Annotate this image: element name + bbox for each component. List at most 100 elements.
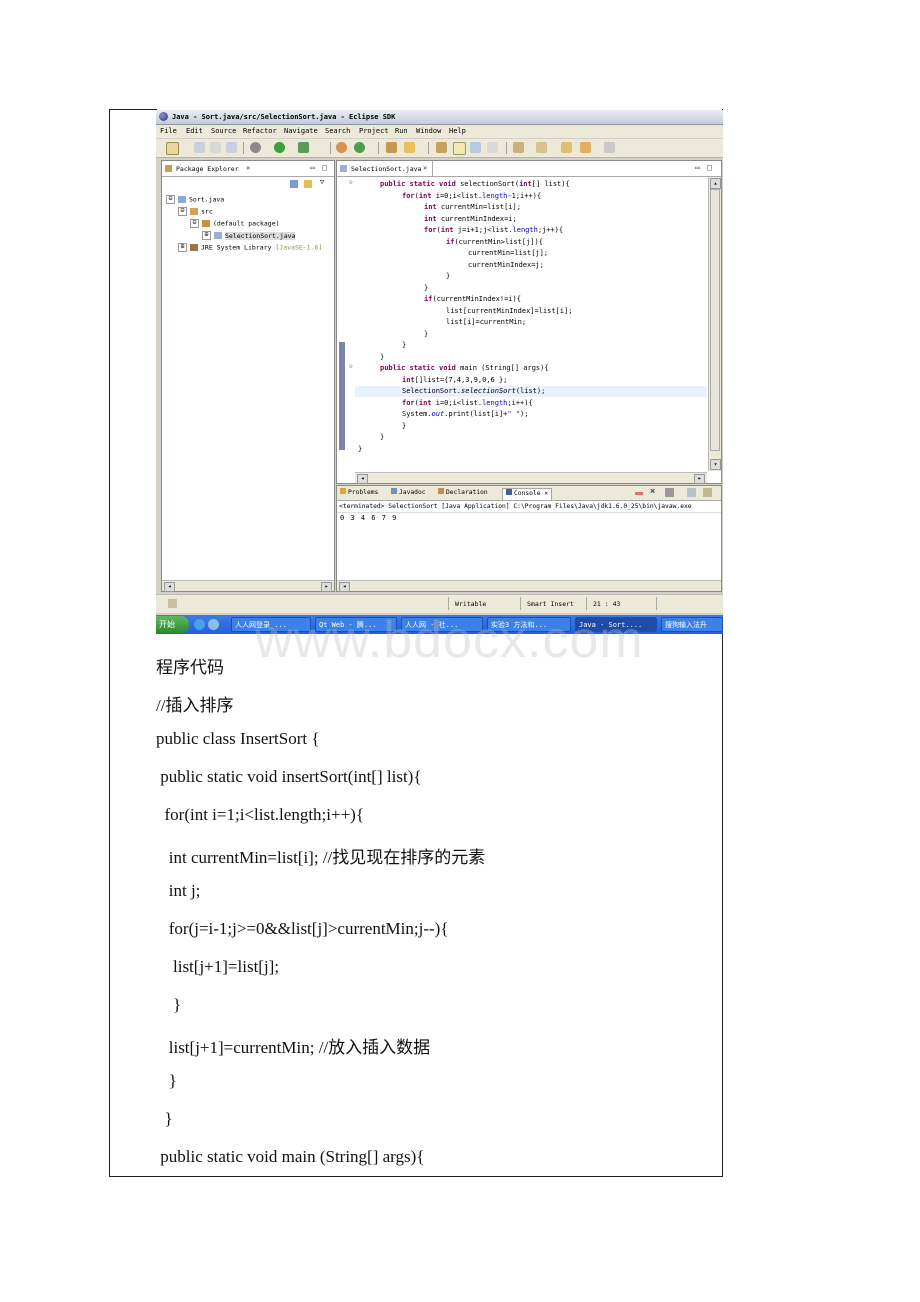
terminate-icon[interactable] <box>635 492 643 495</box>
javadoc-icon <box>391 488 397 494</box>
print-icon[interactable] <box>226 142 237 153</box>
show-desktop-icon[interactable] <box>208 619 219 630</box>
menu-file[interactable]: File <box>160 127 177 135</box>
block-selection-icon[interactable] <box>470 142 481 153</box>
tree-item-label: src <box>201 207 213 216</box>
run-icon[interactable] <box>274 142 285 153</box>
scrollbar-thumb[interactable] <box>710 189 720 451</box>
back-icon[interactable] <box>580 142 591 153</box>
save-all-icon[interactable] <box>210 142 221 153</box>
horizontal-scrollbar[interactable]: ◂ ▸ <box>355 472 707 484</box>
tree-item-jre-library[interactable]: ⊞ JRE System Library [JavaSE-1.6] <box>178 243 322 252</box>
code-text-line: } <box>156 1071 177 1090</box>
ie-icon[interactable] <box>194 619 205 630</box>
code-area[interactable]: public static void selectionSort(int[] l… <box>355 179 707 471</box>
link-editor-icon[interactable] <box>304 180 312 188</box>
collapse-all-icon[interactable] <box>290 180 298 188</box>
editor-tab[interactable]: SelectionSort.java ✕ <box>337 161 433 177</box>
collapse-icon[interactable]: ⊟ <box>178 207 187 216</box>
expand-icon[interactable]: ⊞ <box>202 231 211 240</box>
vertical-scrollbar[interactable]: ▴ ▾ <box>708 177 721 471</box>
menu-project[interactable]: Project <box>359 127 389 135</box>
code-text-line: int j; <box>156 881 201 900</box>
new-java-project-icon[interactable] <box>336 142 347 153</box>
search-icon[interactable] <box>404 142 415 153</box>
tab-console[interactable]: Console ✕ <box>502 488 553 500</box>
code-line: if(currentMinIndex!=i){ <box>424 295 521 303</box>
tree-item-default-package[interactable]: ⊟ (default package) <box>190 219 280 228</box>
close-icon[interactable]: ✕ <box>544 490 548 497</box>
view-menu-icon[interactable]: ▽ <box>320 178 324 186</box>
new-class-icon[interactable] <box>354 142 365 153</box>
previous-annotation-icon[interactable] <box>536 142 547 153</box>
taskbar-item[interactable]: 搜狗输入法升 <box>661 617 723 632</box>
scroll-left-icon[interactable]: ◂ <box>357 474 368 484</box>
toggle-mark-icon[interactable] <box>436 142 447 153</box>
package-explorer-view: Package Explorer ✕ ▭ □ ▽ ⊟ Sort.java ⊟ src… <box>161 160 335 592</box>
fold-icon[interactable]: ⊖ <box>349 363 353 370</box>
remove-launch-icon[interactable]: ✖ <box>650 487 655 497</box>
tree-item-src[interactable]: ⊟ src <box>178 207 213 216</box>
menu-run[interactable]: Run <box>395 127 408 135</box>
open-type-icon[interactable] <box>386 142 397 153</box>
change-marker <box>339 342 345 450</box>
show-whitespace-icon[interactable] <box>487 142 498 153</box>
last-edit-icon[interactable] <box>561 142 572 153</box>
scroll-up-icon[interactable]: ▴ <box>710 178 721 189</box>
tab-label: Console <box>514 490 541 497</box>
code-line: public static void main (String[] args){ <box>380 364 549 372</box>
minimize-icon[interactable]: ▭ <box>695 163 700 172</box>
console-output: 0 3 4 6 7 9 <box>340 514 398 522</box>
minimize-icon[interactable]: ▭ <box>310 163 315 172</box>
java-file-icon <box>214 232 222 239</box>
scroll-right-icon[interactable]: ▸ <box>321 582 332 592</box>
pin-console-icon[interactable] <box>703 488 712 497</box>
close-icon[interactable]: ✕ <box>246 164 250 172</box>
start-button[interactable]: 开始 <box>156 616 189 633</box>
save-icon[interactable] <box>194 142 205 153</box>
menu-help[interactable]: Help <box>449 127 466 135</box>
java-file-icon <box>340 165 347 172</box>
menu-search[interactable]: Search <box>325 127 350 135</box>
next-annotation-icon[interactable] <box>513 142 524 153</box>
tab-javadoc[interactable]: Javadoc <box>391 488 426 499</box>
collapse-icon[interactable]: ⊟ <box>190 219 199 228</box>
debug-icon[interactable] <box>250 142 261 153</box>
code-text-line: for(int i=1;i<list.length;i++){ <box>156 805 365 824</box>
status-separator <box>448 597 449 610</box>
scroll-right-icon[interactable]: ▸ <box>694 474 705 484</box>
declaration-icon <box>438 488 444 494</box>
close-icon[interactable]: ✕ <box>423 164 427 172</box>
highlight-icon[interactable] <box>453 142 466 155</box>
menu-source[interactable]: Source <box>211 127 236 135</box>
tab-declaration[interactable]: Declaration <box>438 488 488 499</box>
menu-edit[interactable]: Edit <box>186 127 203 135</box>
scroll-left-icon[interactable]: ◂ <box>339 582 350 592</box>
tab-problems[interactable]: Problems <box>340 488 378 499</box>
menu-navigate[interactable]: Navigate <box>284 127 318 135</box>
menu-window[interactable]: Window <box>416 127 441 135</box>
tree-item-project[interactable]: ⊟ Sort.java <box>166 195 224 204</box>
menu-refactor[interactable]: Refactor <box>243 127 277 135</box>
fast-view-icon[interactable] <box>168 599 177 608</box>
remove-all-icon[interactable] <box>665 488 674 497</box>
scroll-down-icon[interactable]: ▾ <box>710 459 721 470</box>
forward-icon[interactable] <box>604 142 615 153</box>
editor-tab-label: SelectionSort.java <box>351 165 422 173</box>
expand-icon[interactable]: ⊞ <box>178 243 187 252</box>
tree-item-selectionsort-java[interactable]: ⊞ SelectionSort.java <box>202 231 296 240</box>
code-line: currentMinIndex=j; <box>468 260 544 269</box>
scroll-lock-icon[interactable] <box>687 488 696 497</box>
fold-icon[interactable]: ⊖ <box>349 179 353 186</box>
package-explorer-tab[interactable]: Package Explorer ✕ ▭ □ <box>162 161 334 177</box>
horizontal-scrollbar[interactable]: ◂ <box>337 580 721 592</box>
new-icon[interactable] <box>166 142 179 155</box>
external-tools-icon[interactable] <box>298 142 309 153</box>
horizontal-scrollbar[interactable]: ◂ ▸ <box>162 580 334 592</box>
scroll-left-icon[interactable]: ◂ <box>164 582 175 592</box>
divider <box>337 512 721 513</box>
code-line: int[]list={7,4,3,9,0,6 }; <box>402 375 508 384</box>
maximize-icon[interactable]: □ <box>322 163 327 172</box>
maximize-icon[interactable]: □ <box>707 163 712 172</box>
collapse-icon[interactable]: ⊟ <box>166 195 175 204</box>
